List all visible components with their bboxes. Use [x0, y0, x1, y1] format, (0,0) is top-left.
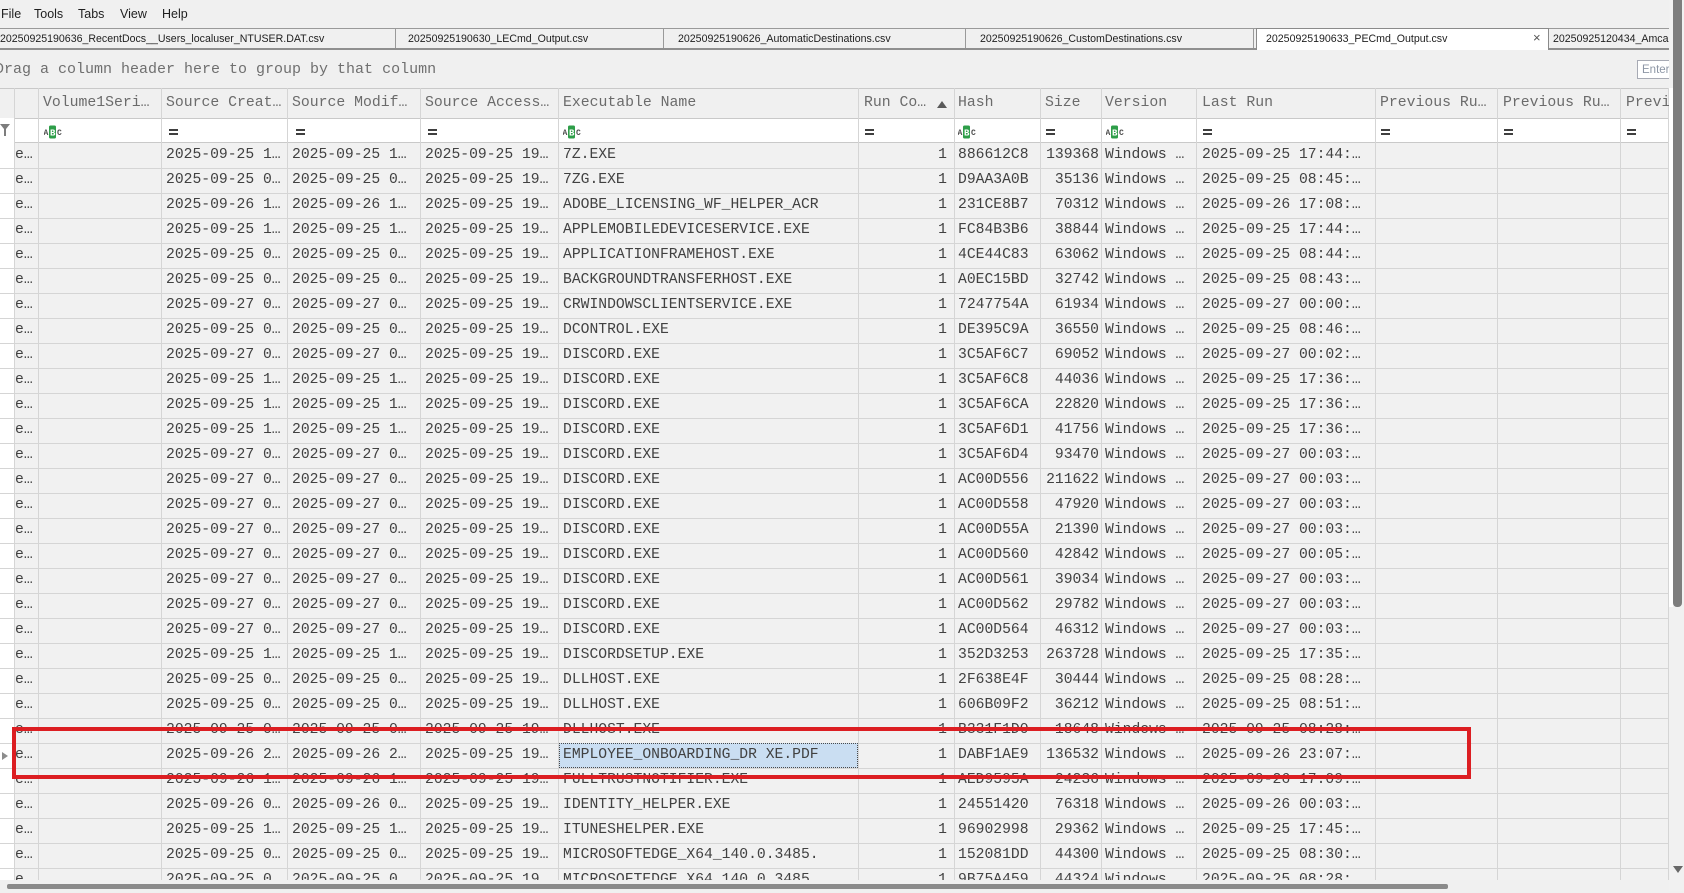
svg-text:C: C: [1119, 129, 1124, 138]
svg-text:B: B: [964, 129, 970, 139]
svg-text:A: A: [958, 129, 963, 138]
svg-text:C: C: [576, 129, 581, 138]
svg-text:B: B: [1112, 129, 1118, 139]
svg-text:B: B: [50, 129, 56, 139]
svg-text:B: B: [569, 129, 575, 139]
svg-text:C: C: [971, 129, 976, 138]
svg-text:A: A: [1106, 129, 1111, 138]
svg-text:A: A: [44, 129, 49, 138]
svg-text:C: C: [57, 129, 62, 138]
svg-text:A: A: [563, 129, 568, 138]
